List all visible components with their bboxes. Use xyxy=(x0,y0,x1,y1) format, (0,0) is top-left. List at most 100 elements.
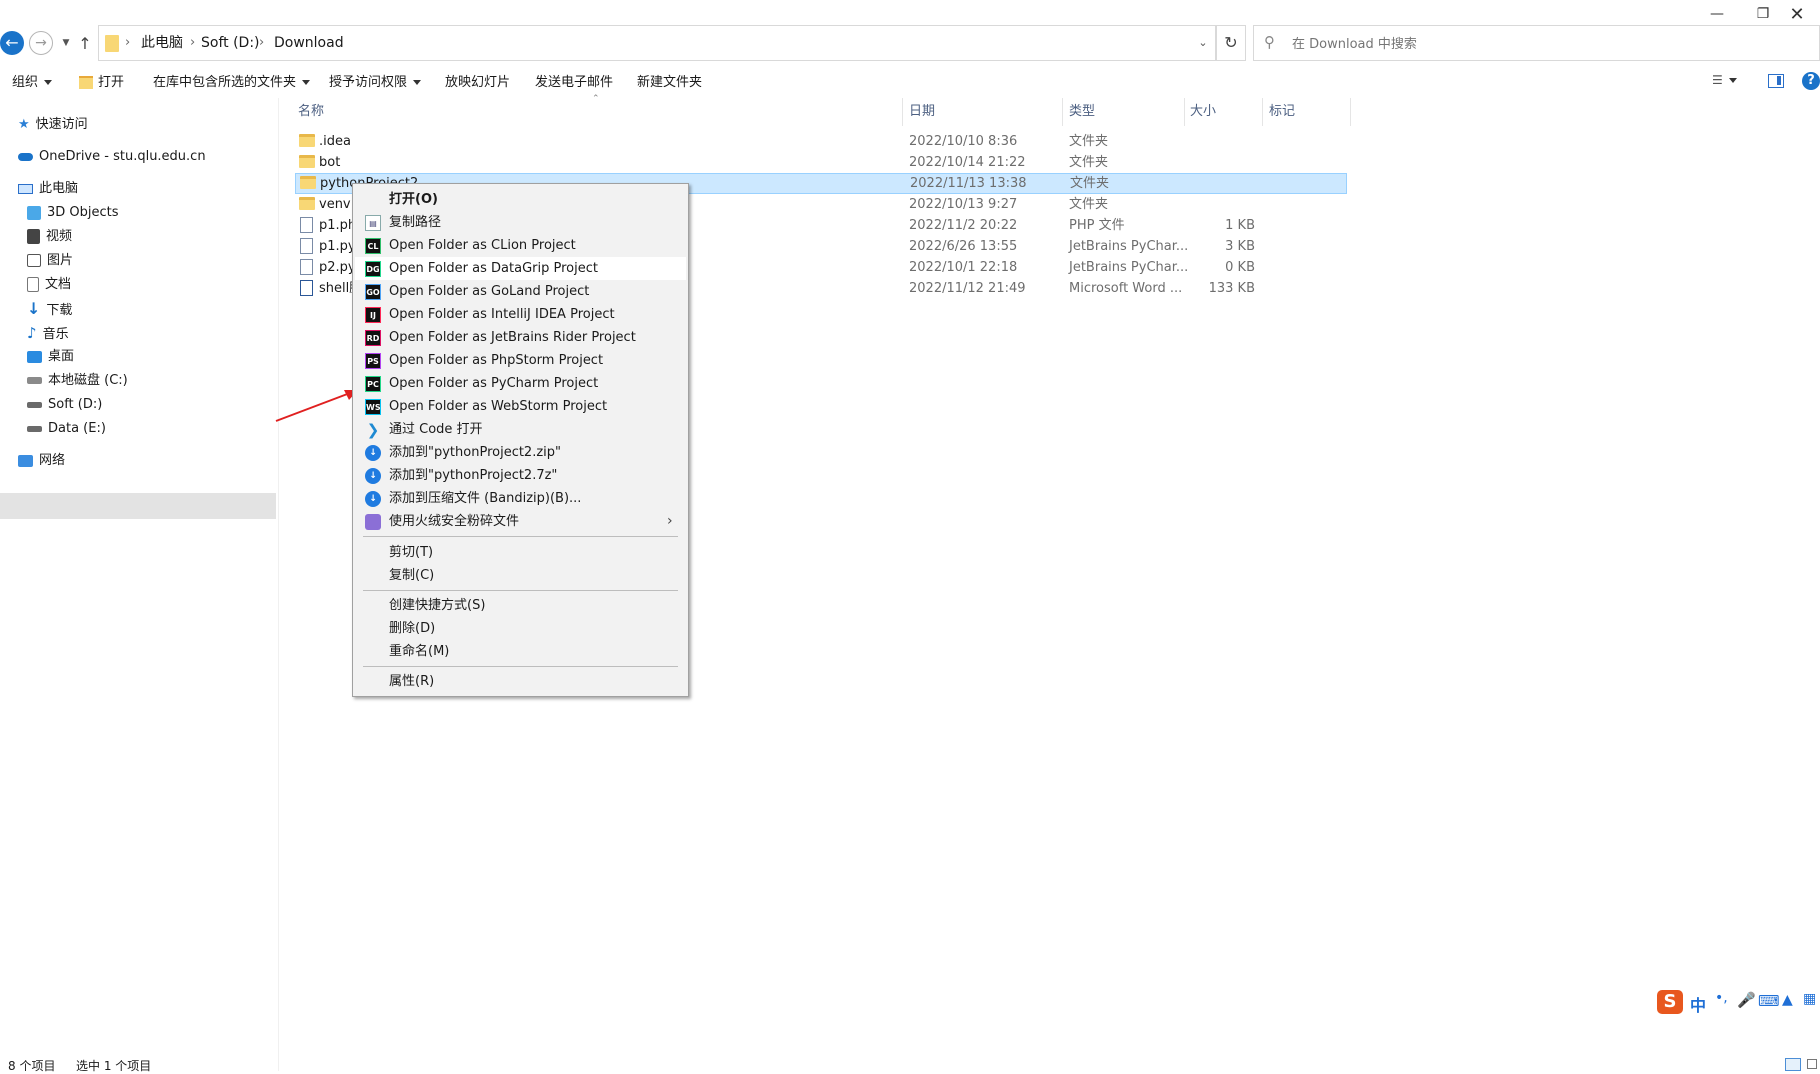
punctuation-icon[interactable]: •, xyxy=(1715,990,1728,1006)
menu-item-goland[interactable]: GO Open Folder as GoLand Project xyxy=(355,280,686,303)
column-divider[interactable] xyxy=(1062,98,1063,126)
slideshow-button[interactable]: 放映幻灯片 xyxy=(445,71,510,95)
menu-item-clion[interactable]: CL Open Folder as CLion Project xyxy=(355,234,686,257)
up-button[interactable]: ↑ xyxy=(76,33,94,53)
column-divider[interactable] xyxy=(1350,98,1351,126)
folder-icon xyxy=(299,155,315,168)
menu-item-phpstorm[interactable]: PS Open Folder as PhpStorm Project xyxy=(355,349,686,372)
column-header-type[interactable]: 类型 xyxy=(1069,100,1095,124)
microphone-icon[interactable]: 🎤 xyxy=(1737,991,1756,1009)
sidebar-label: 本地磁盘 (C:) xyxy=(48,373,128,388)
menu-item-rider[interactable]: RD Open Folder as JetBrains Rider Projec… xyxy=(355,326,686,349)
file-date: 2022/10/1 22:18 xyxy=(909,260,1018,275)
sidebar-item-desktop[interactable]: 桌面 xyxy=(27,345,74,369)
sidebar-label: 网络 xyxy=(39,453,66,468)
back-button[interactable]: ← xyxy=(0,31,24,55)
email-button[interactable]: 发送电子邮件 xyxy=(535,71,613,95)
menu-item-pycharm[interactable]: PC Open Folder as PyCharm Project xyxy=(355,372,686,395)
word-file-icon xyxy=(300,280,313,296)
column-header-tags[interactable]: 标记 xyxy=(1269,100,1295,124)
menu-item-open[interactable]: 打开(O) xyxy=(355,188,686,211)
menu-item-webstorm[interactable]: WS Open Folder as WebStorm Project xyxy=(355,395,686,418)
menu-item-add-to-archive[interactable]: ↓ 添加到压缩文件 (Bandizip)(B)... xyxy=(355,487,686,510)
sidebar-item-drive-c[interactable]: 本地磁盘 (C:) xyxy=(27,369,128,393)
menu-item-rename[interactable]: 重命名(M) xyxy=(355,640,686,663)
menu-item-add-to-7z[interactable]: ↓ 添加到"pythonProject2.7z" xyxy=(355,464,686,487)
chevron-down-icon: ▼ xyxy=(62,38,70,48)
column-header-date[interactable]: 日期 xyxy=(909,100,935,124)
file-row[interactable]: .idea 2022/10/10 8:36 文件夹 xyxy=(295,131,1347,152)
large-icons-view-toggle[interactable] xyxy=(1806,1058,1820,1071)
sidebar-label: 下载 xyxy=(46,303,73,318)
include-in-library-button[interactable]: 在库中包含所选的文件夹 xyxy=(153,71,311,95)
ime-menu-icon[interactable]: ▦ xyxy=(1803,991,1816,1007)
ime-language-toggle[interactable]: 中 xyxy=(1690,992,1706,1016)
sidebar-item-quick-access[interactable]: ★ 快速访问 xyxy=(18,113,88,137)
file-row[interactable]: bot 2022/10/14 21:22 文件夹 xyxy=(295,152,1347,173)
menu-label: Open Folder as DataGrip Project xyxy=(389,261,598,276)
sidebar-item-drive-e[interactable]: Data (E:) xyxy=(27,417,106,441)
forward-arrow-icon: → xyxy=(35,35,47,51)
sidebar-item-network[interactable]: 网络 xyxy=(18,449,65,473)
open-button[interactable]: 打开 xyxy=(79,71,124,95)
menu-item-datagrip[interactable]: DG Open Folder as DataGrip Project xyxy=(355,257,686,280)
menu-label: 删除(D) xyxy=(389,621,436,636)
sidebar-item-this-pc[interactable]: 此电脑 xyxy=(18,177,78,201)
column-header-size[interactable]: 大小 xyxy=(1190,100,1216,124)
context-menu: 打开(O) ▤ 复制路径 CL Open Folder as CLion Pro… xyxy=(352,183,689,697)
sidebar-item-onedrive[interactable]: OneDrive - stu.qlu.edu.cn xyxy=(18,145,206,169)
menu-item-huorong-shred[interactable]: 使用火绒安全粉碎文件 › xyxy=(355,510,686,533)
breadcrumb-soft-d[interactable]: Soft (D:) xyxy=(201,26,260,60)
sidebar-label: Soft (D:) xyxy=(48,397,103,412)
breadcrumb-download[interactable]: Download xyxy=(274,26,344,60)
view-options-button[interactable]: ☰ xyxy=(1712,73,1748,91)
file-size: 1 KB xyxy=(1225,218,1255,233)
pane-splitter[interactable] xyxy=(278,98,279,1071)
preview-pane-button[interactable] xyxy=(1768,74,1784,88)
file-type: JetBrains PyChar... xyxy=(1069,239,1189,254)
column-divider[interactable] xyxy=(1262,98,1263,126)
menu-item-copy[interactable]: 复制(C) xyxy=(355,564,686,587)
file-name: bot xyxy=(319,155,341,170)
sidebar-item-documents[interactable]: 文档 xyxy=(27,273,71,297)
sidebar-item-drive-d[interactable]: Soft (D:) xyxy=(27,393,102,417)
help-button[interactable]: ? xyxy=(1802,72,1820,90)
menu-separator xyxy=(363,536,678,537)
details-view-toggle[interactable] xyxy=(1785,1058,1801,1071)
column-divider[interactable] xyxy=(902,98,903,126)
menu-item-properties[interactable]: 属性(R) xyxy=(355,670,686,693)
menu-item-copy-path[interactable]: ▤ 复制路径 xyxy=(355,211,686,234)
address-bar[interactable]: › 此电脑 › Soft (D:) › Download ⌄ xyxy=(98,25,1216,61)
ime-toolbar[interactable]: S 中 •, 🎤 ⌨ ▲ ▦ xyxy=(1655,988,1820,1016)
search-box[interactable]: ⚲ xyxy=(1253,25,1820,61)
sidebar-item-music[interactable]: ♪ 音乐 xyxy=(27,321,69,345)
close-button[interactable]: ✕ xyxy=(1774,0,1820,28)
menu-item-delete[interactable]: 删除(D) xyxy=(355,617,686,640)
menu-item-create-shortcut[interactable]: 创建快捷方式(S) xyxy=(355,594,686,617)
sidebar-item-videos[interactable]: 视频 xyxy=(27,225,72,249)
sidebar-item-pictures[interactable]: 图片 xyxy=(27,249,73,273)
refresh-button[interactable]: ↻ xyxy=(1216,25,1246,61)
breadcrumb-this-pc[interactable]: 此电脑 xyxy=(141,26,183,60)
menu-item-intellij[interactable]: IJ Open Folder as IntelliJ IDEA Project xyxy=(355,303,686,326)
menu-item-open-with-code[interactable]: ❯ 通过 Code 打开 xyxy=(355,418,686,441)
network-icon xyxy=(18,454,33,467)
keyboard-icon[interactable]: ⌨ xyxy=(1758,992,1780,1010)
organize-button[interactable]: 组织 xyxy=(12,71,53,95)
forward-button[interactable]: → xyxy=(29,31,53,55)
menu-item-add-to-zip[interactable]: ↓ 添加到"pythonProject2.zip" xyxy=(355,441,686,464)
new-folder-button[interactable]: 新建文件夹 xyxy=(637,71,702,95)
menu-label: 剪切(T) xyxy=(389,545,434,560)
column-divider[interactable] xyxy=(1184,98,1185,126)
file-name: .idea xyxy=(319,134,351,149)
search-input[interactable] xyxy=(1290,32,1794,56)
column-header-name[interactable]: 名称 xyxy=(298,100,324,124)
recent-locations-button[interactable]: ▼ xyxy=(59,36,73,50)
skin-icon[interactable]: ▲ xyxy=(1782,992,1793,1008)
sidebar-item-downloads[interactable]: ↓ 下载 xyxy=(27,297,72,321)
grant-access-button[interactable]: 授予访问权限 xyxy=(329,71,422,95)
minimize-button[interactable]: — xyxy=(1694,0,1740,28)
sidebar-item-3d-objects[interactable]: 3D Objects xyxy=(27,201,119,225)
menu-item-cut[interactable]: 剪切(T) xyxy=(355,541,686,564)
address-dropdown-button[interactable]: ⌄ xyxy=(1193,26,1213,60)
